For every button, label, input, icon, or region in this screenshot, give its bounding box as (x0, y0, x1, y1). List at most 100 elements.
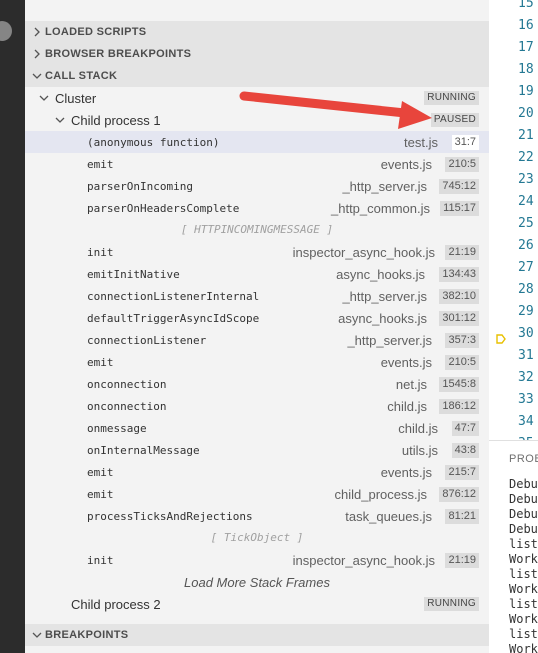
stack-frame[interactable]: parserOnHeadersComplete _http_common.js … (25, 197, 489, 219)
session-child-process-2[interactable]: Child process 2 RUNNING (25, 593, 489, 615)
frame-position: 21:19 (445, 552, 479, 568)
output-line: Debu (509, 507, 538, 521)
section-breakpoints[interactable]: BREAKPOINTS (25, 624, 489, 646)
editor-gutter: 15 16 17 18 19 20 21 22 23 24 25 26 27 28 29 30 31 32 33 34… (489, 0, 538, 440)
line-number[interactable]: 24 (518, 194, 534, 209)
frame-function: connectionListener (87, 333, 207, 347)
frame-file: _http_server.js (342, 288, 427, 304)
frame-position: 745:12 (439, 178, 479, 194)
stack-frame[interactable]: init inspector_async_hook.js 21:19 (25, 549, 489, 571)
line-number[interactable]: 29 (518, 304, 534, 319)
section-call-stack[interactable]: CALL STACK (25, 65, 489, 87)
line-number[interactable]: 18 (518, 62, 534, 77)
output-line: Debu (509, 522, 538, 536)
frame-file: _http_server.js (347, 332, 432, 348)
stack-frame[interactable]: processTicksAndRejections task_queues.js… (25, 505, 489, 527)
frame-file: events.js (380, 156, 432, 172)
frame-function: connectionListenerInternal (87, 289, 260, 303)
stack-frame[interactable]: onconnection net.js 1545:8 (25, 373, 489, 395)
frame-position: 210:5 (445, 156, 479, 172)
frame-file: net.js (395, 376, 427, 392)
frame-function: processTicksAndRejections (87, 509, 253, 523)
session-cluster[interactable]: Cluster RUNNING (25, 87, 489, 109)
status-badge: RUNNING (424, 91, 479, 105)
line-number[interactable]: 26 (518, 238, 534, 253)
frame-function: defaultTriggerAsyncIdScope (87, 311, 260, 325)
debug-sidebar: LOADED SCRIPTS BROWSER BREAKPOINTS CALL … (25, 0, 489, 653)
frame-function: emit (87, 465, 114, 479)
session-child-process-1[interactable]: Child process 1 PAUSED (25, 109, 489, 131)
line-number[interactable]: 15 (518, 0, 534, 11)
frame-function: parserOnHeadersComplete (87, 201, 240, 215)
chevron-down-icon (39, 95, 49, 101)
frame-function: onInternalMessage (87, 443, 200, 457)
frame-function: emitInitNative (87, 267, 180, 281)
session-label: Child process 1 (71, 112, 161, 128)
stack-frame[interactable]: emit events.js 215:7 (25, 461, 489, 483)
frame-function: parserOnIncoming (87, 179, 193, 193)
line-number[interactable]: 32 (518, 370, 534, 385)
stack-frame[interactable]: emit child_process.js 876:12 (25, 483, 489, 505)
section-title: LOADED SCRIPTS (45, 26, 147, 38)
section-browser-breakpoints[interactable]: BROWSER BREAKPOINTS (25, 43, 489, 65)
load-more-stack-frames-link[interactable]: Load More Stack Frames (25, 575, 489, 590)
line-number[interactable]: 17 (518, 40, 534, 55)
frame-position: 31:7 (451, 134, 479, 150)
frame-file: _http_server.js (342, 178, 427, 194)
frame-function: emit (87, 487, 114, 501)
stack-frame[interactable]: init inspector_async_hook.js 21:19 (25, 241, 489, 263)
stack-frame[interactable]: connectionListener _http_server.js 357:3 (25, 329, 489, 351)
line-number[interactable]: 33 (518, 392, 534, 407)
current-line-marker-icon (496, 334, 506, 344)
line-number[interactable]: 22 (518, 150, 534, 165)
frame-file: test.js (404, 134, 438, 150)
frame-file: child_process.js (334, 486, 428, 502)
line-number[interactable]: 34 (518, 414, 534, 429)
frame-position: 215:7 (445, 464, 479, 480)
line-number[interactable]: 25 (518, 216, 534, 231)
section-loaded-scripts[interactable]: LOADED SCRIPTS (25, 21, 489, 43)
async-separator: [ TickObject ] (210, 531, 304, 544)
status-badge: RUNNING (424, 597, 479, 611)
output-line: Work (509, 612, 538, 626)
frame-function: emit (87, 355, 114, 369)
output-line: list (509, 567, 538, 581)
chevron-right-icon (34, 27, 40, 37)
line-number[interactable]: 19 (518, 84, 534, 99)
frame-position: 1545:8 (439, 376, 479, 392)
frame-file: _http_common.js (331, 200, 430, 216)
line-number[interactable]: 30 (518, 326, 534, 341)
stack-frame[interactable]: onmessage child.js 47:7 (25, 417, 489, 439)
frame-file: inspector_async_hook.js (292, 244, 435, 260)
line-number[interactable]: 27 (518, 260, 534, 275)
async-separator: [ HTTPINCOMINGMESSAGE ] (180, 223, 334, 236)
stack-frame[interactable]: (anonymous function) test.js 31:7 (25, 131, 489, 153)
chevron-right-icon (34, 49, 40, 59)
line-number[interactable]: 16 (518, 18, 534, 33)
line-number[interactable]: 31 (518, 348, 534, 363)
account-icon[interactable] (0, 21, 12, 41)
stack-frame[interactable]: parserOnIncoming _http_server.js 745:12 (25, 175, 489, 197)
stack-frame[interactable]: emit events.js 210:5 (25, 153, 489, 175)
frame-position: 301:12 (439, 310, 479, 326)
stack-frame[interactable]: onconnection child.js 186:12 (25, 395, 489, 417)
output-line: Debu (509, 477, 538, 491)
line-number[interactable]: 21 (518, 128, 534, 143)
stack-frame[interactable]: emitInitNative async_hooks.js 134:43 (25, 263, 489, 285)
line-number[interactable]: 20 (518, 106, 534, 121)
frame-function: onmessage (87, 421, 147, 435)
stack-frame[interactable]: onInternalMessage utils.js 43:8 (25, 439, 489, 461)
line-number[interactable]: 28 (518, 282, 534, 297)
frame-file: child.js (398, 420, 438, 436)
status-badge: PAUSED (430, 113, 479, 127)
stack-frame[interactable]: defaultTriggerAsyncIdScope async_hooks.j… (25, 307, 489, 329)
line-number[interactable]: 23 (518, 172, 534, 187)
panel-title[interactable]: PROB (509, 453, 538, 465)
frame-function: emit (87, 157, 114, 171)
frame-position: 186:12 (439, 398, 479, 414)
frame-position: 382:10 (439, 288, 479, 304)
stack-frame[interactable]: emit events.js 210:5 (25, 351, 489, 373)
stack-frame[interactable]: connectionListenerInternal _http_server.… (25, 285, 489, 307)
frame-function: init (87, 553, 114, 567)
frame-position: 876:12 (439, 486, 479, 502)
